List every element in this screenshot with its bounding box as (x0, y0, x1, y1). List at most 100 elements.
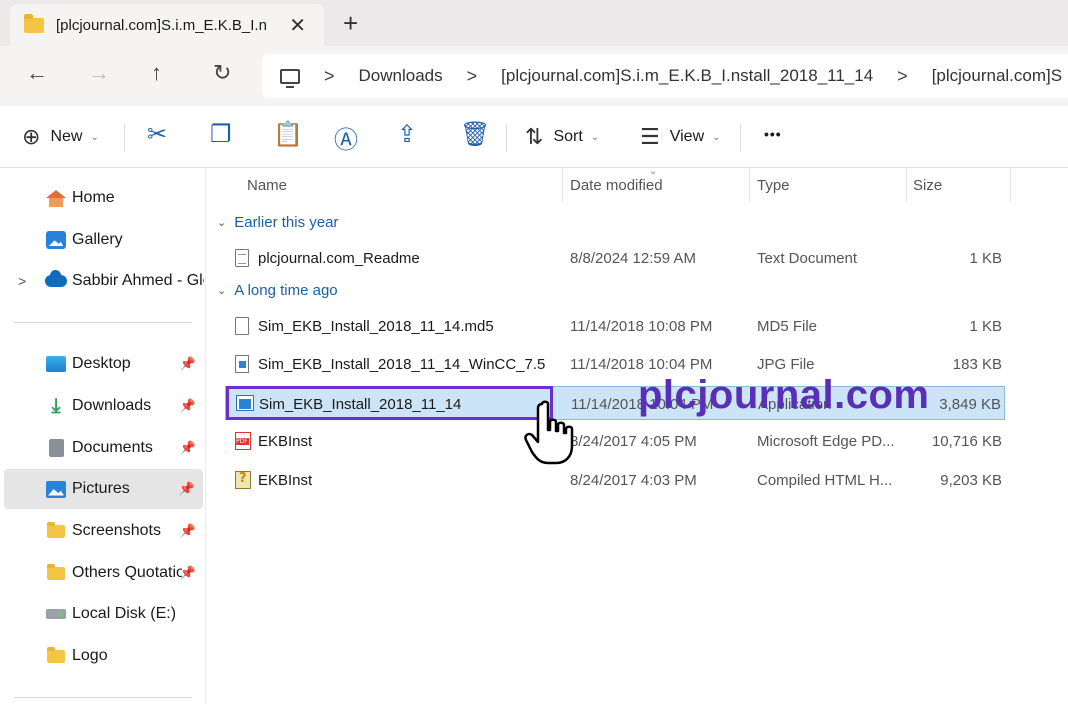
sidebar-item-label: Downloads (72, 397, 152, 414)
file-size: 9,203 KB (940, 472, 1002, 489)
navigation-bar: ← → ↑ ↻ > Downloads > [plcjournal.com]S.… (0, 46, 1068, 106)
file-date: 8/24/2017 4:03 PM (570, 472, 697, 489)
tab-active[interactable]: [plcjournal.com]S.i.m_E.K.B_I.n ✕ (10, 4, 324, 46)
disk-icon (46, 609, 66, 619)
navigation-pane: Home Gallery > Sabbir Ahmed - Glo Deskto… (0, 168, 206, 704)
sidebar-item-documents[interactable]: Documents 📌 (0, 428, 204, 468)
pin-icon[interactable]: 📌 (180, 356, 196, 372)
back-button[interactable]: ← (26, 60, 48, 86)
new-tab-button[interactable]: + (343, 8, 358, 39)
watermark: plcjournal.com (638, 373, 930, 417)
divider (740, 124, 741, 152)
copy-icon[interactable]: ❐ (210, 120, 232, 149)
pin-icon[interactable]: 📌 (180, 440, 196, 456)
column-header-type[interactable]: Type (757, 168, 790, 202)
sidebar-item-label: Pictures (72, 480, 130, 497)
sort-button[interactable]: ⇅ Sort ⌄ (525, 124, 599, 150)
close-tab-button[interactable]: ✕ (289, 13, 306, 38)
pdf-file-icon (235, 432, 251, 450)
file-size: 183 KB (952, 356, 1002, 373)
rename-icon[interactable]: Ⓐ (334, 120, 358, 155)
pin-icon[interactable]: 📌 (180, 565, 196, 581)
column-divider[interactable] (562, 168, 563, 202)
file-size: 1 KB (969, 250, 1002, 267)
pictures-icon (46, 480, 66, 498)
cut-icon[interactable]: ✂ (147, 120, 167, 149)
sidebar-item-logo[interactable]: Logo (0, 636, 204, 676)
home-icon (46, 190, 66, 207)
sidebar-item-label: Gallery (72, 231, 123, 248)
highlight-box (226, 386, 553, 420)
sidebar-item-onedrive[interactable]: > Sabbir Ahmed - Glo (0, 261, 204, 301)
file-name: Sim_EKB_Install_2018_11_14_WinCC_7.5 (258, 356, 546, 373)
sidebar-item-gallery[interactable]: Gallery (0, 220, 204, 260)
tab-title: [plcjournal.com]S.i.m_E.K.B_I.n (56, 16, 267, 34)
delete-icon[interactable]: 🗑 (460, 120, 490, 149)
file-date: 8/8/2024 12:59 AM (570, 250, 696, 267)
address-bar[interactable]: > Downloads > [plcjournal.com]S.i.m_E.K.… (262, 54, 1068, 98)
file-list: ⌄ Name Date modified Type Size ⌄ Earlier… (207, 166, 1068, 704)
column-divider[interactable] (906, 168, 907, 202)
sidebar-item-label: Local Disk (E:) (72, 605, 177, 622)
column-header-name[interactable]: Name (247, 168, 287, 202)
group-header[interactable]: ⌄ A long time ago (217, 282, 338, 299)
sidebar-item-desktop[interactable]: Desktop 📌 (0, 344, 204, 384)
refresh-button[interactable]: ↻ (213, 60, 231, 86)
breadcrumb-separator[interactable]: > (897, 66, 908, 87)
breadcrumb-downloads[interactable]: Downloads (359, 66, 443, 86)
chevron-right-icon[interactable]: > (18, 273, 26, 289)
group-header[interactable]: ⌄ Earlier this year (217, 214, 338, 231)
paste-icon[interactable]: 📋 (273, 120, 303, 149)
file-date: 11/14/2018 10:08 PM (570, 318, 713, 335)
new-button[interactable]: ⊕ New ⌄ (22, 124, 99, 150)
folder-icon (24, 13, 44, 33)
file-name: EKBInst (258, 472, 313, 489)
divider (506, 124, 507, 152)
folder-icon (47, 646, 65, 663)
sidebar-item-others-quotation[interactable]: Others Quotatio 📌 (0, 553, 204, 593)
file-row[interactable]: Sim_EKB_Install_2018_11_14.md5 11/14/201… (225, 309, 1005, 343)
divider (124, 124, 125, 152)
file-row[interactable]: EKBInst 8/24/2017 4:05 PM Microsoft Edge… (225, 424, 1005, 458)
forward-button[interactable]: → (88, 60, 110, 86)
sidebar-item-label: Others Quotatio (72, 564, 182, 581)
file-size: 10,716 KB (931, 433, 1002, 450)
pin-icon[interactable]: 📌 (179, 481, 195, 497)
sidebar-item-downloads[interactable]: ⤓ Downloads 📌 (0, 386, 204, 426)
sidebar-item-pictures[interactable]: Pictures 📌 (4, 469, 203, 509)
computer-icon (280, 68, 300, 88)
view-button[interactable]: ☰ View ⌄ (640, 124, 721, 150)
file-row[interactable]: plcjournal.com_Readme 8/8/2024 12:59 AM … (225, 241, 1005, 275)
breadcrumb-install-folder[interactable]: [plcjournal.com]S.i.m_E.K.B_I.nstall_201… (501, 66, 873, 86)
breadcrumb-separator[interactable]: > (467, 66, 478, 87)
column-divider[interactable] (749, 168, 750, 202)
share-icon[interactable]: ⇪ (397, 120, 417, 149)
more-options-button[interactable]: ••• (764, 126, 782, 142)
pin-icon[interactable]: 📌 (180, 398, 196, 414)
sidebar-item-home[interactable]: Home (0, 178, 204, 218)
chm-file-icon (235, 471, 251, 489)
sidebar-item-screenshots[interactable]: Screenshots 📌 (0, 511, 204, 551)
divider (14, 697, 192, 698)
pin-icon[interactable]: 📌 (180, 523, 196, 539)
breadcrumb-current[interactable]: [plcjournal.com]S (932, 66, 1062, 86)
chevron-down-icon: ⌄ (712, 131, 721, 143)
hand-cursor-icon (524, 400, 574, 465)
file-name: EKBInst (258, 433, 313, 450)
file-type: MD5 File (757, 318, 818, 335)
view-label: View (669, 128, 705, 145)
file-row[interactable]: EKBInst 8/24/2017 4:03 PM Compiled HTML … (225, 463, 1005, 497)
column-header-size[interactable]: Size (913, 168, 942, 202)
file-name: Sim_EKB_Install_2018_11_14.md5 (258, 318, 494, 335)
sidebar-item-label: Documents (72, 439, 153, 456)
sort-label: Sort (553, 128, 583, 145)
up-button[interactable]: ↑ (151, 60, 162, 86)
plus-circle-icon: ⊕ (22, 124, 41, 149)
column-divider[interactable] (1010, 168, 1011, 202)
breadcrumb-separator[interactable]: > (324, 66, 335, 87)
sidebar-item-label: Screenshots (72, 522, 161, 539)
sidebar-item-local-disk[interactable]: Local Disk (E:) (0, 594, 204, 634)
column-header-date[interactable]: Date modified (570, 168, 663, 202)
group-label: A long time ago (234, 282, 338, 299)
sidebar-item-label: Logo (72, 647, 108, 664)
